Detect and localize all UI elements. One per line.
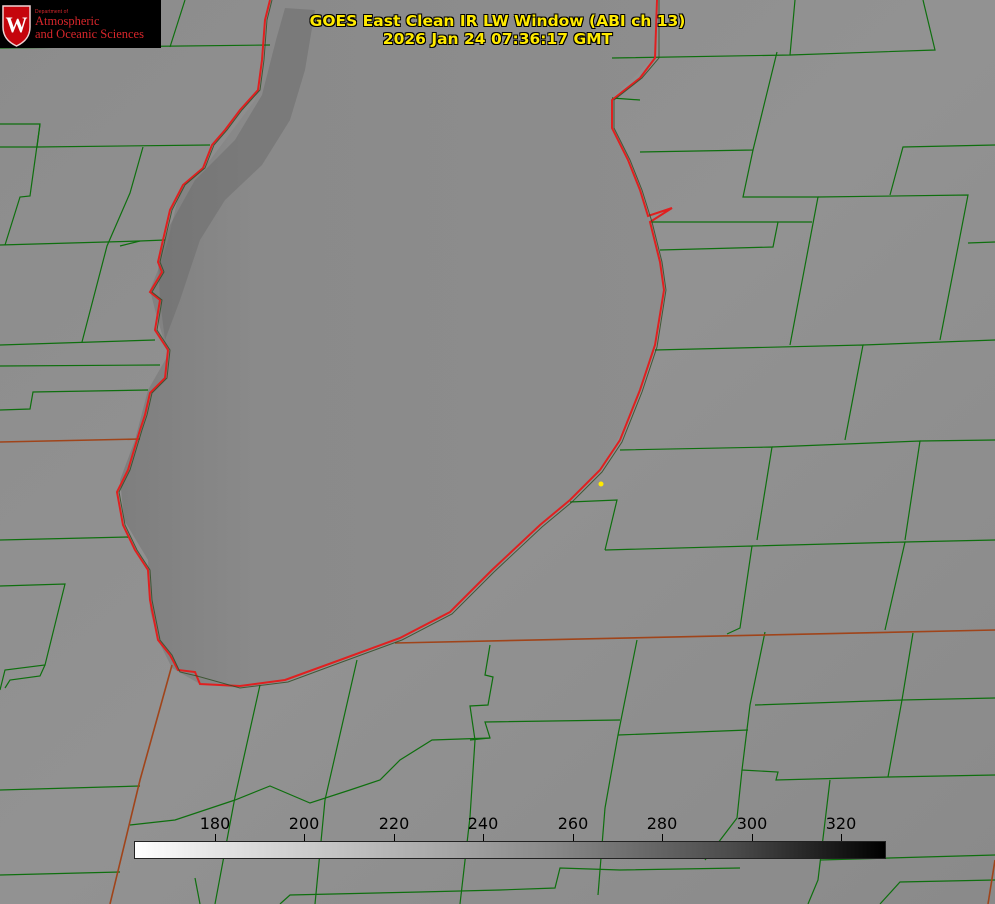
colorbar-tick-label: 320 (825, 814, 857, 833)
title-timestamp: 2026 Jan 24 07:36:17 GMT (382, 30, 613, 48)
colorbar-tick-label: 180 (199, 814, 231, 833)
colorbar-tick-label: 200 (288, 814, 320, 833)
colorbar-tick (752, 834, 753, 841)
satellite-map (0, 0, 995, 904)
aos-logo: W Department of Atmospheric and Oceanic … (0, 0, 161, 48)
colorbar-tick-label: 240 (467, 814, 499, 833)
logo-line-2: and Oceanic Sciences (35, 27, 144, 41)
colorbar-tick-label: 300 (736, 814, 768, 833)
colorbar-tick (662, 834, 663, 841)
colorbar-tick (573, 834, 574, 841)
colorbar-tick (215, 834, 216, 841)
satellite-image-viewer: W Department of Atmospheric and Oceanic … (0, 0, 995, 904)
image-title: GOES East Clean IR LW Window (ABI ch 13)… (250, 12, 745, 48)
colorbar-tick (304, 834, 305, 841)
svg-text:W: W (6, 12, 28, 37)
colorbar-tick-label: 220 (378, 814, 410, 833)
uw-crest-icon: W (2, 5, 31, 47)
colorbar-tick-label: 280 (646, 814, 678, 833)
colorbar-tick (483, 834, 484, 841)
colorbar (134, 841, 886, 859)
colorbar-tick (841, 834, 842, 841)
title-product: GOES East Clean IR LW Window (ABI ch 13) (309, 12, 686, 30)
colorbar-tick-label: 260 (557, 814, 589, 833)
colorbar-tick (394, 834, 395, 841)
city-marker (598, 481, 604, 487)
